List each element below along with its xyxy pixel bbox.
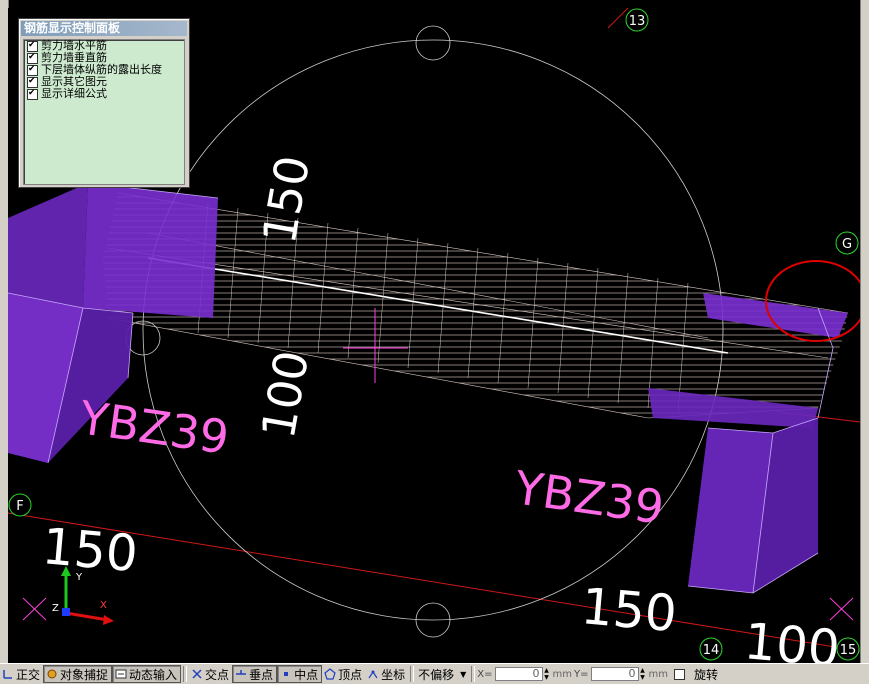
dimension-bottom-left: 150 bbox=[40, 517, 140, 583]
intersection-snap-button[interactable]: 交点 bbox=[189, 665, 232, 683]
component-label-right[interactable]: YBZ39 bbox=[510, 460, 667, 534]
dynamic-input-icon bbox=[115, 668, 127, 680]
intersection-label: 交点 bbox=[205, 667, 230, 682]
rotate-checkbox[interactable] bbox=[674, 668, 685, 680]
right-window-border bbox=[860, 0, 869, 663]
checkbox[interactable] bbox=[27, 87, 38, 100]
osnap-button[interactable]: 对象捕捉 bbox=[43, 665, 113, 683]
rotate-label: 旋转 bbox=[694, 667, 719, 682]
ucs-x-label: X bbox=[100, 600, 107, 611]
grid-label-g: G bbox=[842, 237, 852, 252]
vertex-icon bbox=[324, 668, 336, 680]
perpendicular-label: 垂点 bbox=[249, 667, 274, 682]
midpoint-label: 中点 bbox=[294, 667, 319, 682]
3d-viewport[interactable]: 13 G F 14 15 YBZ39 YBZ39 150 100 150 150… bbox=[8, 8, 860, 663]
component-label-left[interactable]: YBZ39 bbox=[75, 390, 232, 464]
perpendicular-snap-button[interactable]: 垂点 bbox=[232, 665, 278, 683]
grid-bubble-f[interactable]: F bbox=[8, 493, 32, 517]
coordinate-label: 坐标 bbox=[381, 667, 406, 682]
vertex-label: 顶点 bbox=[338, 667, 363, 682]
rebar-display-panel[interactable]: 钢筋显示控制面板 剪力墙水平筋 剪力墙垂直筋 下层墙体纵筋的露出长度 显示其它图… bbox=[18, 18, 190, 188]
option-label: 显示详细公式 bbox=[41, 87, 107, 100]
ortho-button[interactable]: 正交 bbox=[0, 665, 43, 683]
osnap-icon bbox=[46, 668, 58, 680]
osnap-label: 对象捕捉 bbox=[60, 667, 109, 682]
midpoint-snap-button[interactable]: 中点 bbox=[277, 665, 323, 683]
separator bbox=[410, 666, 415, 682]
chevron-down-icon: ▼ bbox=[460, 669, 467, 679]
viewport-top-strip bbox=[8, 0, 860, 8]
perpendicular-icon bbox=[235, 668, 247, 680]
dynamic-input-label: 动态输入 bbox=[129, 667, 178, 682]
vertex-snap-button[interactable]: 顶点 bbox=[322, 665, 365, 683]
y-offset-input[interactable]: 0 bbox=[590, 667, 639, 681]
cursor-crosshair-right bbox=[22, 597, 854, 621]
grid-bubble-14[interactable]: 14 bbox=[699, 637, 723, 661]
x-unit: mm bbox=[552, 668, 573, 680]
intersection-icon bbox=[191, 668, 203, 680]
ortho-label: 正交 bbox=[16, 667, 41, 682]
offset-mode-dropdown[interactable]: 不偏移 ▼ bbox=[416, 665, 469, 683]
midpoint-icon bbox=[280, 668, 292, 680]
y-unit: mm bbox=[648, 668, 668, 680]
grid-label-f: F bbox=[16, 499, 23, 514]
grid-label-13: 13 bbox=[629, 14, 646, 29]
x-spinner[interactable]: ▲ ▼ bbox=[543, 667, 551, 681]
ortho-icon bbox=[2, 668, 14, 680]
ucs-z-label: Z bbox=[52, 603, 59, 614]
panel-title[interactable]: 钢筋显示控制面板 bbox=[21, 21, 187, 36]
option-show-detailed-formula[interactable]: 显示详细公式 bbox=[24, 87, 184, 100]
coordinate-snap-button[interactable]: 坐标 bbox=[365, 665, 408, 683]
dimension-mid: 100 bbox=[251, 347, 319, 443]
grid-label-15: 15 bbox=[840, 643, 857, 658]
dimension-bottom-mid: 150 bbox=[579, 577, 679, 643]
dynamic-input-button[interactable]: 动态输入 bbox=[112, 665, 182, 683]
grid-label-14: 14 bbox=[703, 643, 720, 658]
grid-bubble-g[interactable]: G bbox=[835, 231, 859, 255]
separator bbox=[183, 666, 188, 682]
coordinate-icon bbox=[367, 668, 379, 680]
status-bar: 正交 对象捕捉 动态输入 交点 垂点 中点 顶点 坐标 不偏移 ▼ X= 0 ▲… bbox=[0, 663, 869, 684]
grid-bubble-13[interactable]: 13 bbox=[625, 8, 649, 32]
panel-option-list: 剪力墙水平筋 剪力墙垂直筋 下层墙体纵筋的露出长度 显示其它图元 显示详细公式 bbox=[23, 39, 185, 185]
x-label: X= bbox=[477, 668, 493, 680]
offset-mode-label: 不偏移 bbox=[418, 667, 455, 682]
dimension-bottom-right: 100 bbox=[742, 612, 842, 663]
ucs-y-label: Y bbox=[75, 572, 83, 583]
grid-bubble-15[interactable]: 15 bbox=[836, 637, 860, 661]
x-offset-input[interactable]: 0 bbox=[494, 667, 543, 681]
separator bbox=[471, 666, 476, 682]
y-spinner[interactable]: ▲ ▼ bbox=[639, 667, 647, 681]
y-label: Y= bbox=[574, 668, 589, 680]
